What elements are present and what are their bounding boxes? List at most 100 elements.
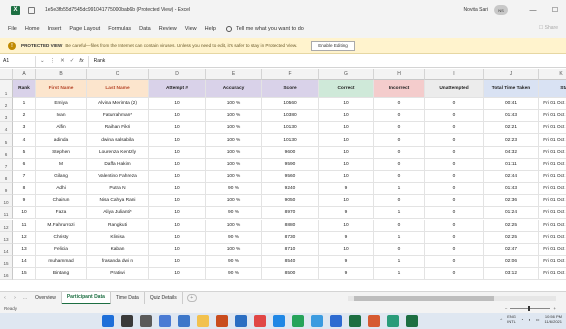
excel-open-icon[interactable] bbox=[406, 315, 418, 327]
table-cell[interactable]: Valentino Fahreza bbox=[87, 170, 149, 184]
table-cell[interactable]: 0 bbox=[374, 122, 425, 135]
table-cell[interactable]: 10 bbox=[319, 146, 374, 159]
row-header[interactable]: 12 bbox=[0, 219, 13, 232]
sheet-tab-participant-data[interactable]: Participant Data bbox=[61, 291, 111, 305]
table-cell[interactable]: Pratiwi bbox=[87, 268, 149, 281]
cancel-icon[interactable]: ✕ bbox=[60, 58, 65, 64]
tab-formulas[interactable]: Formulas bbox=[108, 26, 131, 32]
table-cell[interactable]: Bintang bbox=[36, 268, 87, 281]
table-cell[interactable]: 100 % bbox=[206, 134, 262, 147]
table-cell[interactable]: 8540 bbox=[262, 255, 319, 269]
tab-insert[interactable]: Insert bbox=[48, 26, 62, 32]
table-cell[interactable]: 03:12 bbox=[484, 268, 539, 281]
row-header[interactable]: 10 bbox=[0, 195, 13, 208]
row-header[interactable]: 1 bbox=[0, 80, 13, 98]
confirm-icon[interactable]: ✓ bbox=[70, 58, 75, 64]
table-cell[interactable]: 0 bbox=[425, 268, 484, 281]
table-cell[interactable]: 0 bbox=[425, 219, 484, 232]
table-cell[interactable]: 9560 bbox=[262, 170, 319, 184]
tab-page-layout[interactable]: Page Layout bbox=[69, 26, 100, 32]
row-header[interactable]: 8 bbox=[0, 170, 13, 184]
table-cell[interactable]: 10 bbox=[149, 195, 206, 208]
table-cell[interactable]: 0 bbox=[425, 122, 484, 135]
table-cell[interactable]: 100 % bbox=[206, 219, 262, 232]
table-cell[interactable]: 02:47 bbox=[484, 243, 539, 256]
table-cell[interactable]: 10 bbox=[319, 122, 374, 135]
edge-icon[interactable] bbox=[273, 315, 285, 327]
task-view-icon[interactable] bbox=[140, 315, 152, 327]
table-cell[interactable]: 0 bbox=[425, 183, 484, 196]
table-cell[interactable]: Fri 01 Oct 2021,09 bbox=[539, 183, 566, 196]
table-cell[interactable]: Daffa Hakim bbox=[87, 158, 149, 171]
table-cell[interactable]: 1 bbox=[374, 268, 425, 281]
table-cell[interactable]: Kaban bbox=[87, 243, 149, 256]
zoom-out-button[interactable]: − bbox=[505, 306, 508, 311]
column-header-e[interactable]: E bbox=[206, 69, 262, 80]
table-cell[interactable]: 90 % bbox=[206, 183, 262, 196]
table-cell[interactable]: 4 bbox=[13, 134, 36, 147]
table-cell[interactable]: 10560 bbox=[262, 98, 319, 111]
header-cell[interactable]: Score bbox=[262, 80, 319, 98]
chevron-down-icon[interactable]: ⌄ bbox=[40, 58, 45, 64]
table-cell[interactable]: 10 bbox=[319, 98, 374, 111]
header-cell[interactable]: Attempt # bbox=[149, 80, 206, 98]
table-cell[interactable]: 14 bbox=[13, 255, 36, 269]
table-cell[interactable]: 9590 bbox=[262, 158, 319, 171]
table-cell[interactable]: 9600 bbox=[262, 146, 319, 159]
mail-icon[interactable] bbox=[330, 315, 342, 327]
table-cell[interactable]: 3 bbox=[13, 122, 36, 135]
table-cell[interactable]: Fri 01 Oct 2021,09 bbox=[539, 147, 566, 159]
table-cell[interactable]: 10 bbox=[149, 170, 206, 184]
table-cell[interactable]: 0 bbox=[425, 195, 484, 208]
sheet-tab-quiz-details[interactable]: Quiz Details bbox=[145, 291, 183, 305]
table-cell[interactable]: 10 bbox=[149, 219, 206, 232]
table-cell[interactable]: 100 % bbox=[206, 170, 262, 184]
table-cell[interactable]: 9 bbox=[319, 255, 374, 269]
table-cell[interactable]: Fri 01 Oct 2021,09 bbox=[539, 195, 566, 208]
tab-review[interactable]: Review bbox=[159, 26, 177, 32]
table-cell[interactable]: 02:25 bbox=[484, 219, 539, 232]
office-icon[interactable] bbox=[216, 315, 228, 327]
table-cell[interactable]: 01:11 bbox=[484, 158, 539, 171]
table-cell[interactable]: Alvina Merimta (2) bbox=[87, 98, 149, 111]
table-cell[interactable]: 02:21 bbox=[484, 122, 539, 135]
table-cell[interactable]: Alfin bbox=[36, 122, 87, 135]
table-cell[interactable]: 02:06 bbox=[484, 255, 539, 269]
table-cell[interactable]: 0 bbox=[425, 158, 484, 171]
table-cell[interactable]: 10 bbox=[149, 98, 206, 111]
tab-file[interactable]: File bbox=[8, 26, 17, 32]
table-cell[interactable]: 8500 bbox=[262, 268, 319, 281]
scrollbar-thumb[interactable] bbox=[354, 296, 494, 301]
table-cell[interactable]: 9050 bbox=[262, 195, 319, 208]
minimize-button[interactable]: — bbox=[522, 0, 544, 20]
table-cell[interactable]: 0 bbox=[374, 98, 425, 111]
tab-view[interactable]: View bbox=[185, 26, 197, 32]
table-cell[interactable]: 9 bbox=[319, 183, 374, 196]
column-header-h[interactable]: H bbox=[374, 69, 425, 80]
table-cell[interactable]: Nisa Cahya Rani bbox=[87, 195, 149, 208]
powerpoint-icon[interactable] bbox=[368, 315, 380, 327]
row-header[interactable]: 9 bbox=[0, 183, 13, 196]
table-cell[interactable]: 10 bbox=[149, 122, 206, 135]
table-cell[interactable]: 1 bbox=[13, 98, 36, 111]
header-cell[interactable]: Started At bbox=[539, 80, 566, 98]
table-cell[interactable]: 8 bbox=[13, 183, 36, 196]
table-cell[interactable]: 0 bbox=[425, 207, 484, 220]
table-cell[interactable]: 15 bbox=[13, 268, 36, 281]
table-cell[interactable]: 1 bbox=[374, 183, 425, 196]
table-cell[interactable]: 7 bbox=[13, 170, 36, 184]
table-cell[interactable]: 8710 bbox=[262, 243, 319, 256]
column-header-g[interactable]: G bbox=[319, 69, 374, 80]
enable-editing-button[interactable]: Enable Editing bbox=[311, 40, 355, 51]
table-cell[interactable]: 100 % bbox=[206, 158, 262, 171]
column-header-c[interactable]: C bbox=[87, 69, 149, 80]
table-cell[interactable]: 10 bbox=[319, 170, 374, 184]
table-cell[interactable]: Klinisa bbox=[87, 231, 149, 244]
table-cell[interactable]: Fri 01 Oct 2021,09 bbox=[539, 256, 566, 269]
table-cell[interactable]: adinda bbox=[36, 134, 87, 147]
table-cell[interactable]: 8730 bbox=[262, 231, 319, 244]
table-cell[interactable]: Rangkuti bbox=[87, 219, 149, 232]
table-cell[interactable]: Raihan Fikri bbox=[87, 122, 149, 135]
table-cell[interactable]: 0 bbox=[425, 146, 484, 159]
table-cell[interactable]: Fri 01 Oct 2021,09 bbox=[539, 134, 566, 147]
